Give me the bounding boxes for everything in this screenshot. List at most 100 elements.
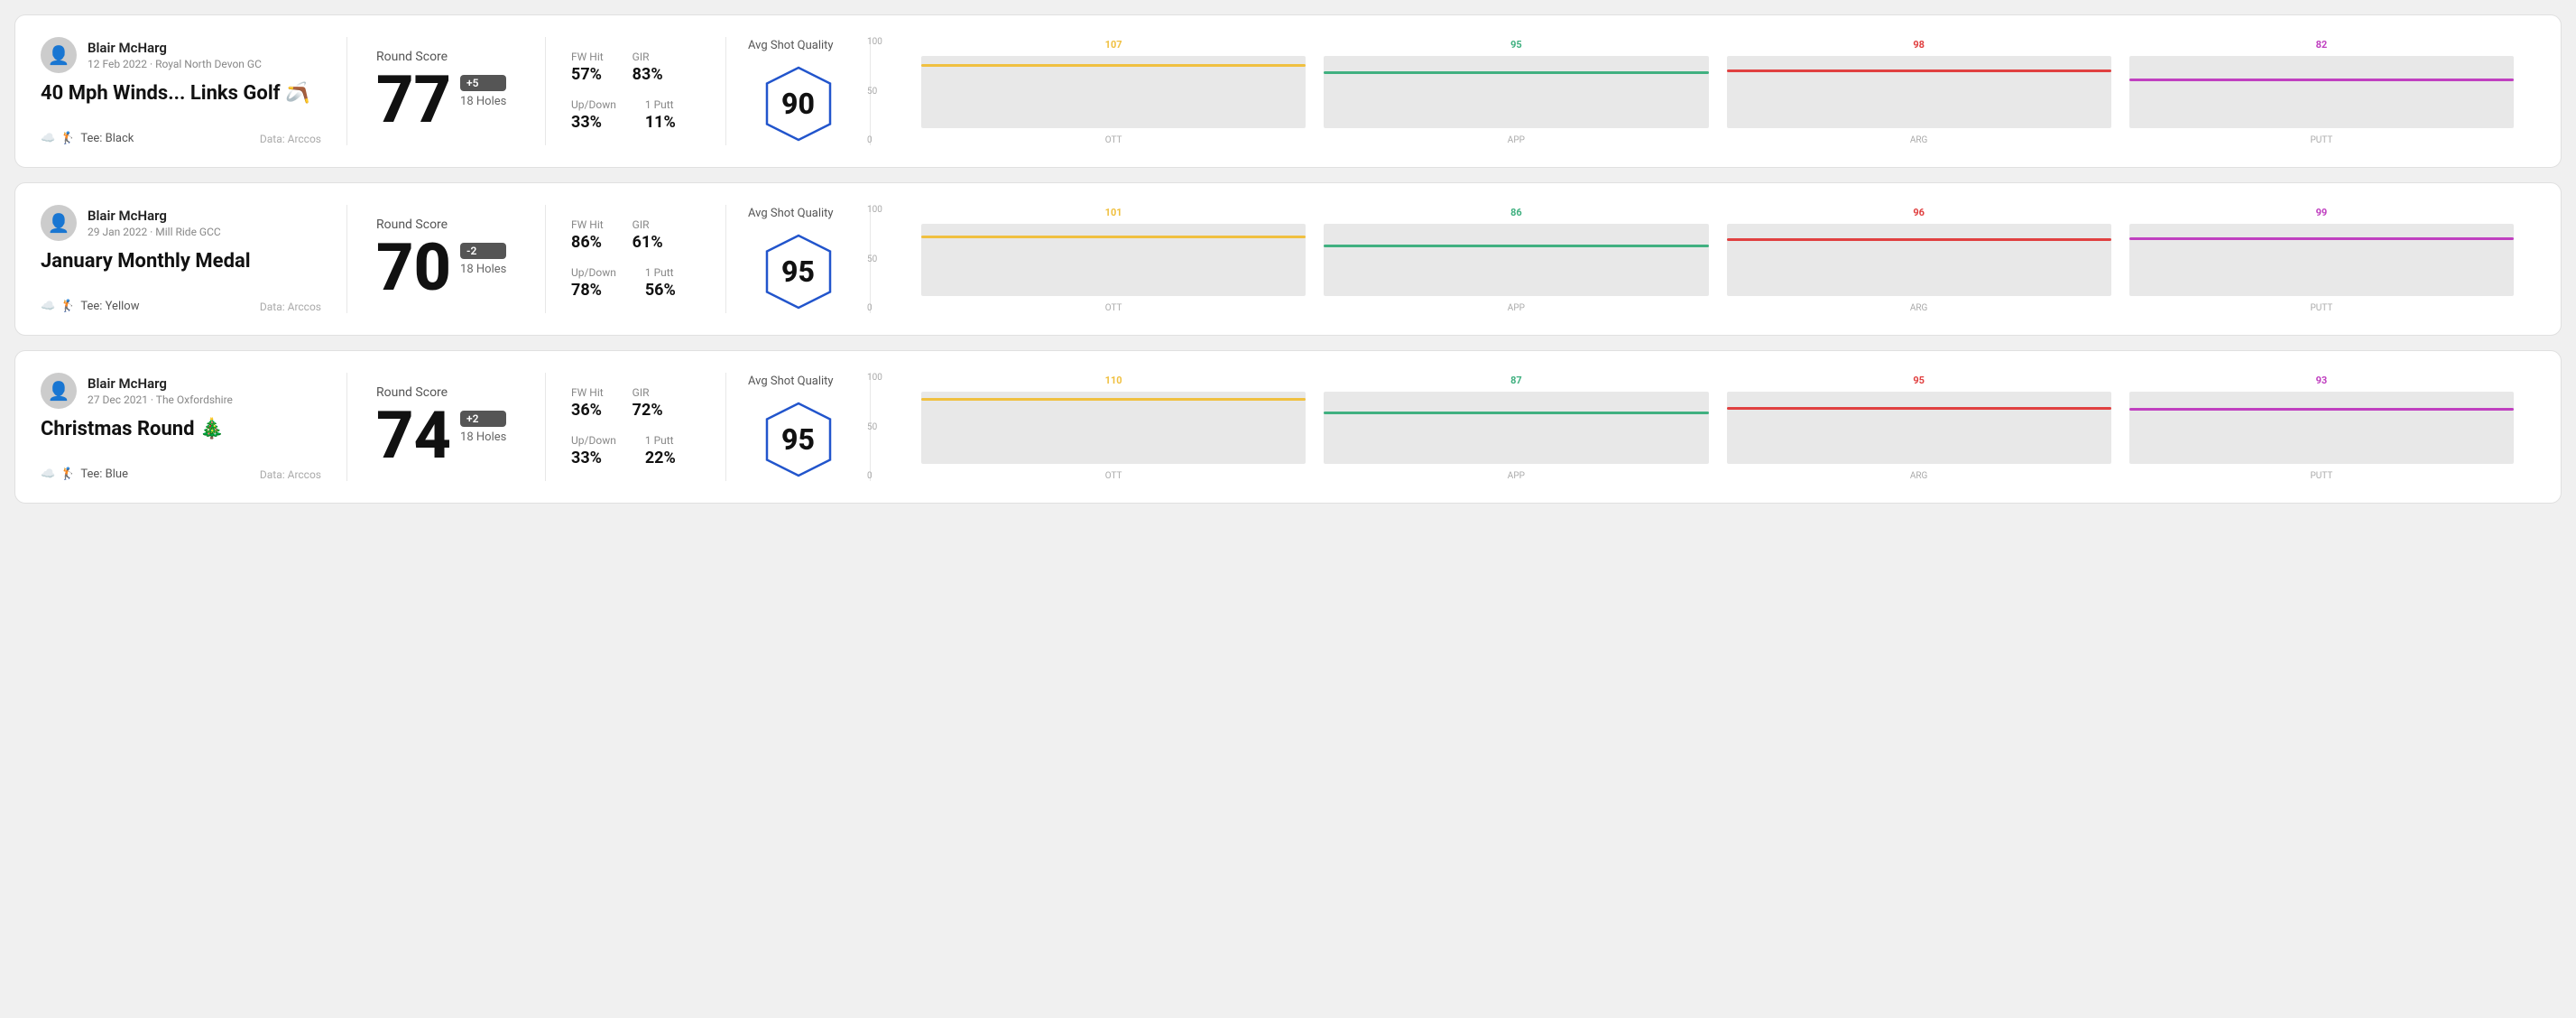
user-info: 👤 Blair McHarg 12 Feb 2022 · Royal North… [41, 37, 321, 73]
chart-column-putt: 99 PUTT [2129, 207, 2514, 313]
chart-top-value: 87 [1510, 375, 1522, 386]
chart-top-value: 110 [1105, 375, 1122, 386]
stat-updown: Up/Down 33% [571, 434, 616, 467]
stat-gir: GIR 72% [632, 386, 663, 420]
tee-info: ☁️ 🏌️ Tee: Yellow [41, 300, 139, 313]
bar-container [2129, 392, 2514, 464]
y-label: 50 [867, 422, 882, 432]
tee-label: Tee: Blue [80, 467, 128, 481]
avg-label: Avg Shot Quality [748, 207, 834, 220]
chart-column-putt: 93 PUTT [2129, 375, 2514, 481]
gir-label: GIR [632, 51, 663, 63]
bar-chart: 107 OTT 95 APP 98 [921, 37, 2514, 145]
y-label: 50 [867, 255, 882, 264]
bar-container [2129, 224, 2514, 296]
chart-top-value: 98 [1913, 39, 1925, 51]
stats-row-bottom: Up/Down 78% 1 Putt 56% [571, 266, 700, 300]
chart-column-ott: 110 OTT [921, 375, 1306, 481]
score-badge: +5 [460, 75, 506, 91]
tee-label: Tee: Yellow [80, 300, 139, 313]
chart-col-label: ARG [1910, 135, 1928, 145]
avg-section: Avg Shot Quality 95 [726, 373, 871, 481]
chart-top-value: 95 [1510, 39, 1522, 51]
updown-label: Up/Down [571, 98, 616, 111]
data-source: Data: Arccos [260, 301, 321, 313]
user-name: Blair McHarg [88, 40, 262, 56]
weather-icon: ☁️ [41, 132, 55, 145]
bar-chart: 101 OTT 86 APP 96 [921, 205, 2514, 313]
chart-top-value: 96 [1913, 207, 1925, 218]
chart-col-label: OTT [1105, 471, 1122, 481]
chart-col-label: OTT [1105, 135, 1122, 145]
y-label: 100 [867, 205, 882, 215]
round-card: 👤 Blair McHarg 27 Dec 2021 · The Oxfords… [14, 350, 2562, 504]
round-title: 40 Mph Winds... Links Golf 🪃 [41, 82, 321, 105]
stat-oneputt: 1 Putt 11% [645, 98, 676, 132]
y-label: 0 [867, 471, 882, 481]
updown-value: 33% [571, 113, 616, 132]
bar-background [921, 392, 1306, 464]
bar-container [921, 392, 1306, 464]
holes-label: 18 Holes [460, 430, 506, 444]
chart-col-label: ARG [1910, 303, 1928, 313]
hexagon-score: 90 [781, 87, 815, 121]
bar-background [1324, 224, 1708, 296]
hexagon-score: 95 [781, 255, 815, 289]
y-label: 50 [867, 87, 882, 97]
bar-background [921, 224, 1306, 296]
weather-icon: ☁️ [41, 300, 55, 313]
score-row: 74 +2 18 Holes [376, 403, 516, 468]
user-details: Blair McHarg 12 Feb 2022 · Royal North D… [88, 40, 262, 70]
hexagon: 90 [758, 63, 839, 144]
bar-line [921, 398, 1306, 401]
tee-info: ☁️ 🏌️ Tee: Black [41, 132, 134, 145]
y-axis: 100500 [867, 37, 882, 145]
oneputt-value: 56% [645, 281, 676, 300]
chart-top-value: 82 [2316, 39, 2328, 51]
avatar-icon: 👤 [48, 212, 70, 234]
hexagon: 95 [758, 399, 839, 480]
user-name: Blair McHarg [88, 208, 221, 224]
chart-column-app: 86 APP [1324, 207, 1708, 313]
chart-section: 100500 101 OTT 86 [871, 205, 2535, 313]
chart-column-arg: 96 ARG [1727, 207, 2111, 313]
updown-value: 78% [571, 281, 616, 300]
chart-section: 100500 107 OTT 95 [871, 37, 2535, 145]
avatar: 👤 [41, 205, 77, 241]
stat-oneputt: 1 Putt 22% [645, 434, 676, 467]
bar-line [2129, 79, 2514, 81]
gir-value: 72% [632, 401, 663, 420]
avatar-icon: 👤 [48, 380, 70, 402]
user-info: 👤 Blair McHarg 29 Jan 2022 · Mill Ride G… [41, 205, 321, 241]
bar-background [1727, 56, 2111, 128]
gir-label: GIR [632, 218, 663, 231]
bar-background [2129, 224, 2514, 296]
stat-fw-hit: FW Hit 57% [571, 51, 604, 84]
chart-col-label: APP [1508, 303, 1525, 313]
badge-holes: -2 18 Holes [460, 236, 506, 276]
chart-column-putt: 82 PUTT [2129, 39, 2514, 145]
y-label: 100 [867, 37, 882, 47]
tee-label: Tee: Black [80, 132, 134, 145]
gir-value: 61% [632, 233, 663, 252]
user-details: Blair McHarg 27 Dec 2021 · The Oxfordshi… [88, 375, 233, 406]
stat-oneputt: 1 Putt 56% [645, 266, 676, 300]
chart-top-value: 93 [2316, 375, 2328, 386]
data-source: Data: Arccos [260, 133, 321, 145]
holes-label: 18 Holes [460, 95, 506, 108]
avatar: 👤 [41, 373, 77, 409]
score-number: 77 [376, 68, 451, 133]
avatar: 👤 [41, 37, 77, 73]
bar-container [1324, 392, 1708, 464]
y-axis: 100500 [867, 205, 882, 313]
chart-col-label: APP [1508, 135, 1525, 145]
fw-hit-label: FW Hit [571, 51, 604, 63]
user-info: 👤 Blair McHarg 27 Dec 2021 · The Oxfords… [41, 373, 321, 409]
bag-icon: 🏌️ [60, 467, 75, 481]
score-section: Round Score 70 -2 18 Holes [347, 205, 546, 313]
chart-top-value: 95 [1913, 375, 1925, 386]
bar-container [1727, 224, 2111, 296]
bar-background [1324, 392, 1708, 464]
score-number: 74 [376, 403, 451, 468]
oneputt-label: 1 Putt [645, 266, 676, 279]
